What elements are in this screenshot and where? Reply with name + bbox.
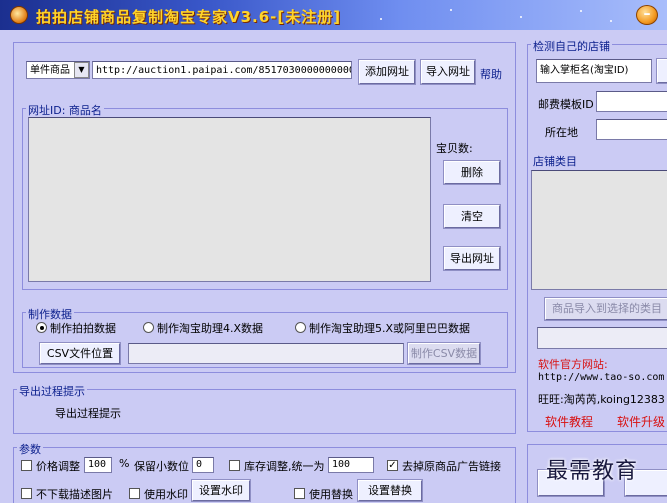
shipping-template-label: 邮费模板ID: [538, 98, 594, 111]
stock-input[interactable]: 100: [328, 457, 374, 473]
url-listbox[interactable]: [28, 117, 431, 282]
radio-taobao4-label[interactable]: 制作淘宝助理4.X数据: [157, 320, 263, 336]
official-site-label: 软件官方网站:: [538, 358, 608, 371]
detect-button[interactable]: [656, 58, 667, 84]
radio-taobao5-label[interactable]: 制作淘宝助理5.X或阿里巴巴数据: [309, 320, 470, 336]
upgrade-link[interactable]: 软件升级: [617, 413, 665, 430]
watermark-label: 使用水印: [144, 488, 188, 501]
category-listbox[interactable]: [531, 170, 667, 290]
category-status-field: [537, 327, 667, 349]
replace-checkbox[interactable]: [294, 488, 305, 499]
no-desc-image-checkbox[interactable]: [21, 488, 32, 499]
tutorial-link[interactable]: 软件教程: [545, 413, 593, 430]
export-progress-text: 导出过程提示: [55, 407, 121, 420]
window-title: 拍拍店铺商品复制淘宝专家V3.6-[未注册]: [36, 8, 342, 26]
sparkle-decoration: [380, 18, 382, 20]
stock-adjust-checkbox[interactable]: [229, 460, 240, 471]
percent-label: %: [119, 457, 130, 470]
set-watermark-button[interactable]: 设置水印: [191, 479, 251, 502]
no-desc-image-label: 不下载描述图片: [36, 488, 113, 501]
decimal-label: 保留小数位: [134, 460, 189, 473]
shipping-template-input[interactable]: [596, 91, 667, 112]
remove-ads-checkbox[interactable]: ✓: [387, 460, 398, 471]
app-icon: [10, 6, 28, 24]
url-list-title: 网址ID: 商品名: [26, 102, 104, 118]
params-title: 参数: [17, 441, 43, 457]
make-csv-button[interactable]: 制作CSV数据: [407, 342, 481, 365]
radio-taobao4[interactable]: [143, 322, 154, 333]
export-progress-title: 导出过程提示: [17, 383, 87, 399]
official-site-link[interactable]: http://www.tao-so.com: [538, 372, 664, 383]
price-adjust-label: 价格调整: [36, 460, 80, 473]
import-category-button[interactable]: 商品导入到选择的类目: [544, 297, 667, 321]
wangwang-contact: 旺旺:淘芮芮,koing12383: [538, 393, 665, 406]
csv-location-button[interactable]: CSV文件位置: [39, 342, 121, 365]
csv-path-input[interactable]: [128, 343, 404, 364]
location-label: 所在地: [545, 126, 578, 139]
watermark-overlay: 最需教育: [546, 459, 639, 484]
decimal-input[interactable]: 0: [192, 457, 214, 473]
price-adjust-input[interactable]: 100: [84, 457, 112, 473]
remove-ads-label: 去掉原商品广告链接: [402, 460, 501, 473]
sparkle-decoration: [580, 10, 582, 12]
replace-label: 使用替换: [309, 488, 353, 501]
stock-adjust-label: 库存调整,统一为: [244, 460, 325, 473]
minimize-button[interactable]: –: [636, 5, 658, 25]
shop-name-input[interactable]: 输入掌柜名(淘宝ID): [536, 59, 652, 83]
clear-button[interactable]: 清空: [443, 204, 501, 229]
location-input[interactable]: [596, 119, 667, 140]
item-count-label: 宝贝数:: [436, 142, 473, 155]
export-url-button[interactable]: 导出网址: [443, 246, 501, 271]
price-adjust-checkbox[interactable]: [21, 460, 32, 471]
set-replace-button[interactable]: 设置替换: [357, 479, 423, 502]
sparkle-decoration: [610, 20, 612, 22]
radio-taobao5[interactable]: [295, 322, 306, 333]
radio-paipai[interactable]: [36, 322, 47, 333]
sparkle-decoration: [450, 9, 452, 11]
radio-paipai-label[interactable]: 制作拍拍数据: [50, 320, 116, 336]
sparkle-decoration: [520, 16, 522, 18]
delete-button[interactable]: 删除: [443, 160, 501, 185]
shop-detect-title: 检测自己的店铺: [531, 38, 612, 54]
shop-category-title: 店铺类目: [531, 153, 579, 169]
watermark-checkbox[interactable]: [129, 488, 140, 499]
